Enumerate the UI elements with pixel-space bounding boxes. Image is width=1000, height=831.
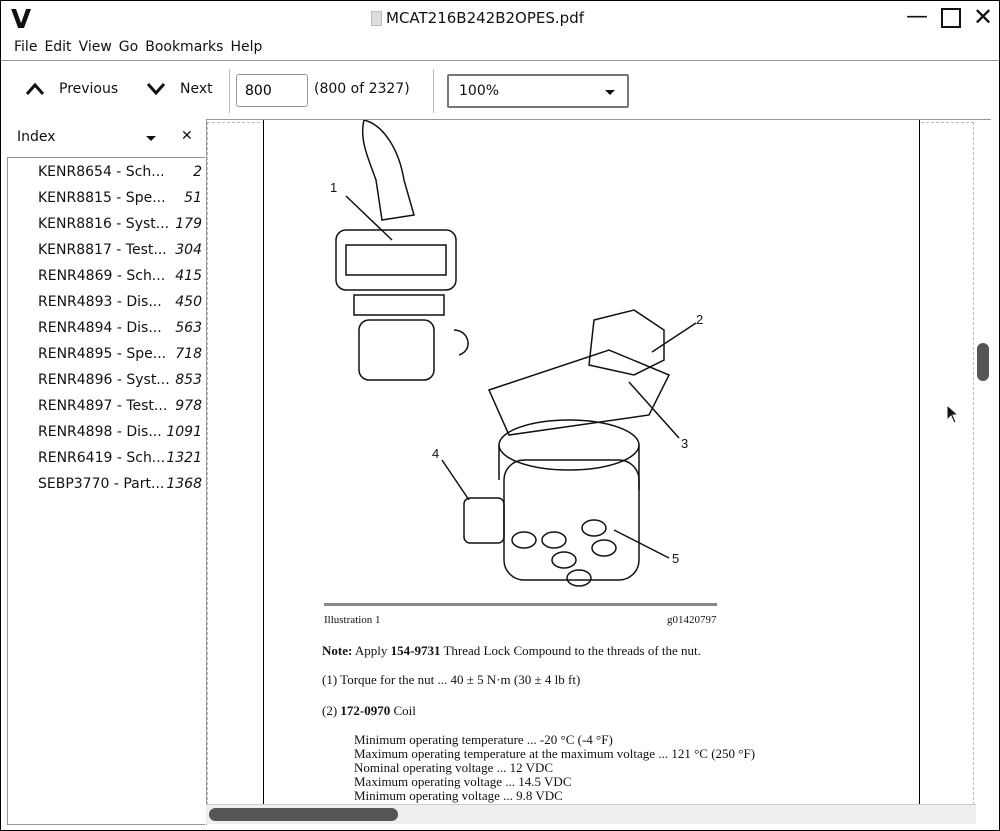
next-button[interactable]: Next (146, 81, 213, 97)
index-item-label: RENR6419 - Sch... (38, 450, 166, 466)
pdf-file-icon (371, 10, 382, 26)
index-sidebar: Index ✕ KENR8654 - Sch... 2 KENR8815 - Spe… (1, 119, 206, 831)
index-item[interactable]: KENR8654 - Sch... 2 (8, 160, 204, 186)
vertical-scrollbar[interactable] (973, 119, 991, 805)
index-item[interactable]: SEBP3770 - Part... 1368 (8, 472, 204, 498)
mouse-cursor-icon (946, 404, 960, 424)
index-item[interactable]: RENR4894 - Dis... 563 (8, 316, 204, 342)
index-item-page: 978 (175, 398, 202, 414)
index-item-page: 2 (193, 164, 202, 180)
vertical-scroll-thumb[interactable] (977, 343, 989, 381)
index-item[interactable]: KENR8817 - Test... 304 (8, 238, 204, 264)
index-item-page: 304 (175, 242, 202, 258)
index-item-label: RENR4893 - Dis... (38, 294, 162, 310)
index-item-label: KENR8816 - Syst... (38, 216, 170, 232)
index-item-page: 450 (175, 294, 202, 310)
callout-3: 3 (681, 436, 689, 451)
menu-bar: File Edit View Go Bookmarks Help (1, 37, 999, 61)
document-viewer[interactable]: 1 2 3 4 5 Illustration 1 g01420797 Note:… (206, 119, 991, 825)
index-item-label: RENR4898 - Dis... (38, 424, 162, 440)
toolbar-separator (433, 69, 434, 113)
callout-5: 5 (672, 551, 680, 566)
horizontal-scrollbar[interactable] (206, 804, 976, 824)
app-window: V MCAT216B242B2OPES.pdf — ✕ File Edit Vi… (0, 0, 1000, 831)
callout-4: 4 (432, 446, 440, 461)
callout-2: 2 (696, 312, 704, 327)
menu-help[interactable]: Help (230, 37, 269, 60)
index-item[interactable]: RENR4896 - Syst... 853 (8, 368, 204, 394)
index-item[interactable]: KENR8816 - Syst... 179 (8, 212, 204, 238)
menu-bookmarks[interactable]: Bookmarks (145, 37, 230, 60)
index-item[interactable]: RENR4895 - Spe... 718 (8, 342, 204, 368)
illustration-joystick-valve (335, 120, 697, 587)
index-item-label: RENR4895 - Spe... (38, 346, 167, 362)
menu-edit[interactable]: Edit (44, 37, 78, 60)
index-item-page: 415 (175, 268, 202, 284)
chevron-up-icon (25, 82, 45, 95)
index-item-page: 179 (175, 216, 202, 232)
chevron-down-icon (146, 83, 166, 96)
index-item-page: 853 (175, 372, 202, 388)
illustration-caption: Illustration 1 (324, 614, 381, 626)
sidebar-title: Index (17, 129, 56, 145)
index-item-page: 51 (184, 190, 202, 206)
illustration-id: g01420797 (667, 614, 717, 626)
index-item-page: 1321 (166, 450, 202, 466)
minimize-button[interactable]: — (906, 6, 928, 28)
caption-rule (324, 603, 717, 606)
window-title: MCAT216B242B2OPES.pdf (371, 9, 584, 27)
menu-go[interactable]: Go (119, 37, 145, 60)
maximize-button[interactable] (941, 8, 961, 28)
index-item[interactable]: RENR4898 - Dis... 1091 (8, 420, 204, 446)
index-item-label: RENR4896 - Syst... (38, 372, 170, 388)
note-text: Note: Apply 154-9731 Thread Lock Compoun… (322, 643, 701, 658)
index-item-page: 563 (175, 320, 202, 336)
index-item[interactable]: RENR6419 - Sch... 1321 (8, 446, 204, 472)
app-logo: V (11, 5, 32, 35)
item-1-text: (1) Torque for the nut ... 40 ± 5 N·m (3… (322, 672, 581, 687)
title-bar: V MCAT216B242B2OPES.pdf — ✕ (1, 1, 999, 36)
index-list: KENR8654 - Sch... 2 KENR8815 - Spe... 51 KEN… (7, 157, 205, 825)
toolbar-separator (229, 69, 230, 113)
index-item-page: 718 (175, 346, 202, 362)
menu-view[interactable]: View (79, 37, 119, 60)
close-button[interactable]: ✕ (973, 5, 993, 29)
index-item[interactable]: RENR4897 - Test... 978 (8, 394, 204, 420)
page-number-input[interactable] (236, 74, 308, 107)
dropdown-arrow-icon (605, 90, 615, 95)
index-item-label: KENR8817 - Test... (38, 242, 167, 258)
index-item-label: SEBP3770 - Part... (38, 476, 165, 492)
index-item-page: 1091 (166, 424, 202, 440)
spec-line: Minimum operating voltage ... 9.8 VDC (354, 788, 563, 803)
index-item[interactable]: KENR8815 - Spe... 51 (8, 186, 204, 212)
item-2-text: (2) 172-0970 Coil (322, 703, 416, 718)
toolbar: Previous Next (800 of 2327) 100% (1, 62, 999, 119)
index-item-label: RENR4869 - Sch... (38, 268, 166, 284)
pdf-page: 1 2 3 4 5 Illustration 1 g01420797 Note:… (263, 120, 920, 804)
previous-button[interactable]: Previous (25, 81, 118, 97)
index-item[interactable]: RENR4893 - Dis... 450 (8, 290, 204, 316)
index-item-label: RENR4897 - Test... (38, 398, 168, 414)
horizontal-scroll-thumb[interactable] (209, 808, 398, 821)
index-item-label: KENR8654 - Sch... (38, 164, 165, 180)
sidebar-dropdown-icon[interactable] (146, 136, 156, 141)
sidebar-close-icon[interactable]: ✕ (181, 128, 193, 144)
page-count: (800 of 2327) (314, 81, 410, 97)
menu-file[interactable]: File (1, 37, 44, 60)
index-item-label: RENR4894 - Dis... (38, 320, 162, 336)
zoom-select[interactable]: 100% (447, 74, 629, 108)
index-item[interactable]: RENR4869 - Sch... 415 (8, 264, 204, 290)
index-item-page: 1368 (166, 476, 202, 492)
index-item-label: KENR8815 - Spe... (38, 190, 166, 206)
callout-1: 1 (330, 180, 338, 195)
